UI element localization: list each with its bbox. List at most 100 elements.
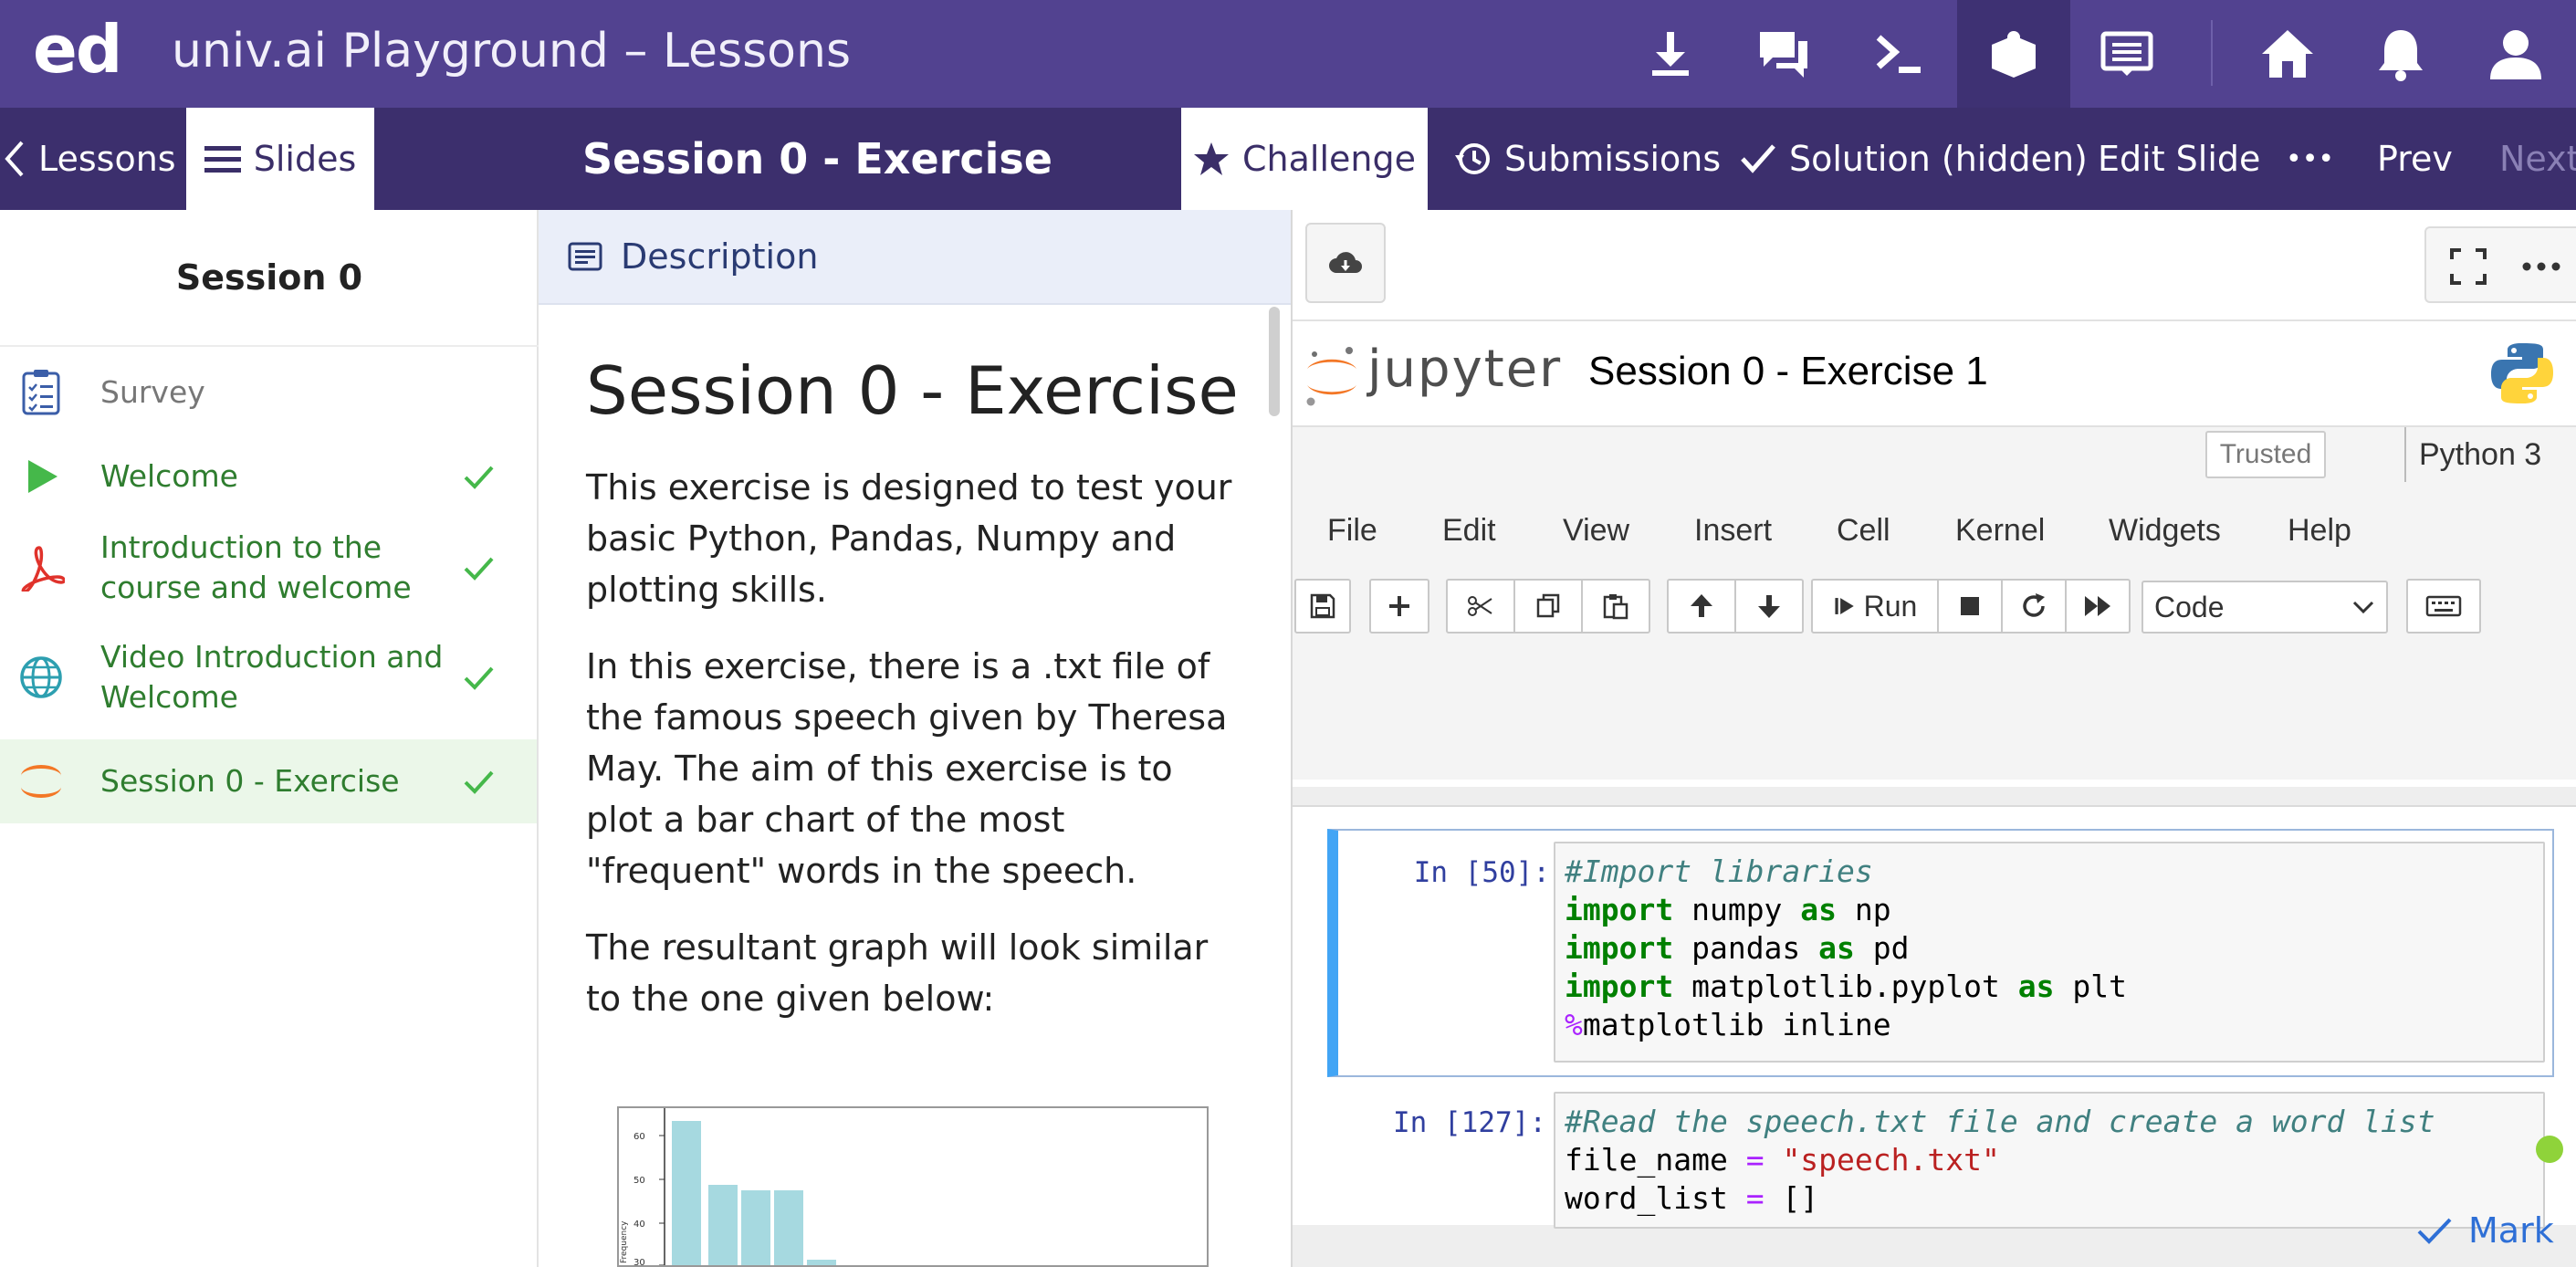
jupyter-logo-icon	[1306, 347, 1356, 406]
description-paragraph: In this exercise, there is a .txt file o…	[586, 646, 1228, 891]
description-heading: Session 0 - Exercise	[586, 352, 1239, 429]
notebook-pane: jupyter Session 0 - Exercise 1 Trusted P…	[1293, 210, 2576, 1267]
save-icon	[1310, 593, 1335, 619]
survey-icon	[16, 368, 66, 417]
jupyter-menubar: Trusted Python 3 File Edit View Insert C…	[1293, 425, 2576, 780]
run-button[interactable]: Run	[1811, 579, 1939, 634]
cloud-download-icon	[1329, 252, 1362, 273]
scissors-icon	[1468, 596, 1492, 616]
sidebar-item-introduction[interactable]: Introduction to the course and welcome	[0, 520, 537, 615]
check-icon	[1741, 144, 1775, 173]
mark-button[interactable]: Mark	[2415, 1205, 2554, 1256]
tab-submissions[interactable]: Submissions	[1455, 108, 1721, 210]
command-palette-button[interactable]	[2406, 579, 2481, 634]
plus-icon	[1389, 596, 1409, 616]
bell-icon[interactable]	[2344, 0, 2457, 108]
restart-icon	[2023, 593, 2045, 617]
cell-prompt: In [127]:	[1393, 1106, 1546, 1139]
code-cell[interactable]: In [50]: #Import libraries import numpy …	[1327, 829, 2554, 1077]
cloud-download-button[interactable]	[1305, 223, 1386, 303]
svg-text:40: 40	[634, 1220, 645, 1230]
description-tab[interactable]: Description	[539, 210, 1291, 305]
example-chart-image: 60 50 40 30 Frequency	[617, 1106, 1209, 1267]
history-icon	[1455, 143, 1490, 174]
lesson-icon[interactable]	[1957, 0, 2070, 108]
code-editor[interactable]: #Import libraries import numpy as np imp…	[1554, 842, 2545, 1063]
step-forward-icon	[1835, 598, 1854, 614]
code-cell[interactable]: In [127]: #Read the speech.txt file and …	[1327, 1088, 2554, 1234]
move-down-button[interactable]	[1734, 579, 1804, 634]
home-icon[interactable]	[2231, 0, 2344, 108]
menu-edit[interactable]: Edit	[1442, 513, 1496, 549]
slide-title: Session 0 - Exercise	[582, 134, 1052, 183]
fullscreen-icon[interactable]	[2446, 245, 2490, 288]
chat-icon[interactable]	[1727, 0, 1840, 108]
workspace-icon[interactable]	[2070, 0, 2183, 108]
terminal-icon[interactable]	[1842, 0, 1955, 108]
edit-slide-button[interactable]: Edit Slide	[2098, 108, 2260, 210]
slides-button[interactable]: Slides	[186, 108, 374, 210]
more-horizontal-icon[interactable]	[2518, 256, 2572, 277]
kernel-indicator[interactable]: Python 3	[2404, 427, 2541, 482]
sidebar-item-video-introduction[interactable]: Video Introduction and Welcome	[0, 630, 537, 725]
ed-logo[interactable]: ed	[33, 11, 122, 88]
tab-solution[interactable]: Solution (hidden)	[1740, 108, 2088, 210]
description-scrollbar[interactable]	[1269, 307, 1280, 416]
interrupt-button[interactable]	[1937, 579, 2003, 634]
lessons-back-button[interactable]: Lessons	[0, 108, 186, 210]
svg-text:50: 50	[634, 1176, 645, 1186]
menu-view[interactable]: View	[1563, 513, 1629, 549]
notebook-canvas: In [50]: #Import libraries import numpy …	[1293, 787, 2576, 1267]
sidebar-item-label: Video Introduction and Welcome	[100, 639, 444, 715]
cell-prompt: In [50]:	[1413, 856, 1550, 889]
cut-button[interactable]	[1446, 579, 1515, 634]
stop-icon	[1961, 597, 1979, 615]
next-button[interactable]: Next	[2499, 108, 2576, 210]
sidebar-item-session-exercise[interactable]: Session 0 - Exercise	[0, 739, 537, 823]
svg-text:Frequency: Frequency	[620, 1220, 629, 1263]
fast-forward-icon	[2085, 596, 2110, 616]
insert-cell-button[interactable]	[1369, 579, 1429, 634]
sidebar-item-label: Survey	[100, 374, 205, 410]
menu-kernel[interactable]: Kernel	[1955, 513, 2045, 549]
sidebar-item-survey[interactable]: Survey	[0, 356, 537, 429]
cell-type-select[interactable]: Code	[2141, 581, 2388, 634]
kernel-status-indicator	[2536, 1136, 2563, 1163]
completed-check-icon	[464, 770, 494, 794]
sidebar-item-welcome[interactable]: Welcome	[0, 440, 537, 513]
jupyter-brand: jupyter	[1367, 340, 1563, 399]
code-editor[interactable]: #Read the speech.txt file and create a w…	[1554, 1092, 2545, 1229]
completed-check-icon	[464, 466, 494, 489]
menu-cell[interactable]: Cell	[1837, 513, 1890, 549]
more-options-button[interactable]: •••	[2286, 108, 2334, 210]
paste-button[interactable]	[1581, 579, 1650, 634]
trusted-indicator[interactable]: Trusted	[2205, 431, 2326, 478]
arrow-up-icon	[1691, 594, 1712, 617]
description-paragraph: This exercise is designed to test your b…	[586, 467, 1232, 610]
copy-button[interactable]	[1513, 579, 1583, 634]
menu-insert[interactable]: Insert	[1694, 513, 1772, 549]
download-icon[interactable]	[1614, 0, 1727, 108]
svg-text:30: 30	[634, 1258, 645, 1265]
notebook-sheet: In [50]: #Import libraries import numpy …	[1293, 805, 2576, 1229]
play-icon	[16, 452, 66, 501]
jupyter-header: jupyter Session 0 - Exercise 1	[1293, 323, 2576, 425]
move-up-button[interactable]	[1667, 579, 1736, 634]
user-icon[interactable]	[2459, 0, 2572, 108]
notebook-name[interactable]: Session 0 - Exercise 1	[1588, 349, 1988, 394]
arrow-down-icon	[1758, 595, 1780, 618]
save-button[interactable]	[1294, 579, 1351, 634]
prev-button[interactable]: Prev	[2377, 108, 2453, 210]
sidebar-title: Session 0	[0, 210, 539, 347]
top-bar: ed univ.ai Playground – Lessons	[0, 0, 2576, 108]
chevron-down-icon	[2352, 601, 2374, 614]
tab-challenge[interactable]: Challenge	[1181, 108, 1428, 210]
copy-icon	[1536, 593, 1560, 618]
menu-help[interactable]: Help	[2288, 513, 2351, 549]
pane-controls	[2424, 226, 2576, 303]
menu-widgets[interactable]: Widgets	[2109, 513, 2221, 549]
restart-run-all-button[interactable]	[2065, 579, 2131, 634]
menu-file[interactable]: File	[1327, 513, 1377, 549]
restart-kernel-button[interactable]	[2001, 579, 2067, 634]
description-icon	[568, 242, 602, 271]
